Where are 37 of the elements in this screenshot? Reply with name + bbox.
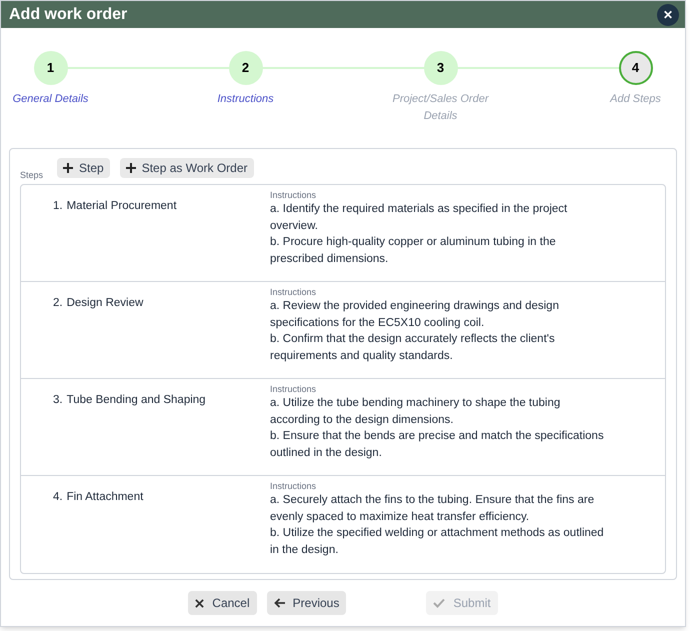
field-label: Instructions <box>270 287 318 298</box>
close-icon <box>195 598 204 608</box>
step-label: General Details <box>12 92 90 107</box>
previous-button[interactable]: Previous <box>266 591 346 615</box>
arrow-left-icon <box>274 598 285 608</box>
instruction-text: a. Utilize the tube bending machinery to shape the tubing according to the design dimensions. <box>270 396 562 428</box>
step-label: Instructions <box>216 92 275 107</box>
plus-icon <box>126 163 136 173</box>
step-title: Tube Bending and Shaping <box>66 393 206 408</box>
step-title: Fin Attachment <box>66 490 144 505</box>
section-label: Steps <box>20 168 44 182</box>
cancel-button[interactable]: Cancel <box>188 591 257 615</box>
instruction-text: a. Identify the required materials as specified in the project overview. <box>270 202 568 234</box>
instruction-text: b. Utilize the specified welding or attachment methods as outlined in the design. <box>270 526 605 558</box>
instruction-text: a. Securely attach the fins to the tubing. Ensure that the fins are evenly spaced to maximize heat transfer efficiency. <box>270 493 596 524</box>
add-step-button[interactable]: Step as Work Order <box>120 158 254 178</box>
step-number: 4. <box>53 490 63 505</box>
instruction-text: b. Procure high-quality copper or aluminum tubing in the prescribed dimensions. <box>270 235 557 266</box>
field-label: Instructions <box>270 190 318 201</box>
step-number: 2. <box>53 296 63 311</box>
field-label: Instructions <box>270 481 318 492</box>
instruction-text: b. Ensure that the bends are precise and match the specifications outlined in the design. <box>270 429 605 460</box>
step-label: Project/Sales Order Details <box>392 92 490 124</box>
field-label: Instructions <box>270 384 318 395</box>
check-icon <box>433 598 446 608</box>
step-title: Design Review <box>66 296 144 311</box>
window-title: Add work order <box>9 4 128 24</box>
step-number: 1. <box>53 199 63 214</box>
instruction-text: a. Review the provided engineering drawings and design specifications for the EC5X10 cooling coil. <box>270 299 560 330</box>
add-step-button[interactable]: Step <box>57 158 110 178</box>
step-title: Material Procurement <box>66 199 177 214</box>
instruction-text: b. Confirm that the design accurately reflects the client's requirements and quality standards. <box>270 332 556 364</box>
step-row[interactable]: 1. Material Procurement Instructions a. Identify the required materials as specified in the project overview. b. Procure high-quality copper or aluminum tubing in the prescribed dimensions. <box>21 185 665 282</box>
step-number: 3. <box>53 393 63 408</box>
close-button[interactable]: ✕ <box>657 4 679 26</box>
plus-icon <box>63 163 74 173</box>
step-label: Add Steps <box>608 92 662 107</box>
